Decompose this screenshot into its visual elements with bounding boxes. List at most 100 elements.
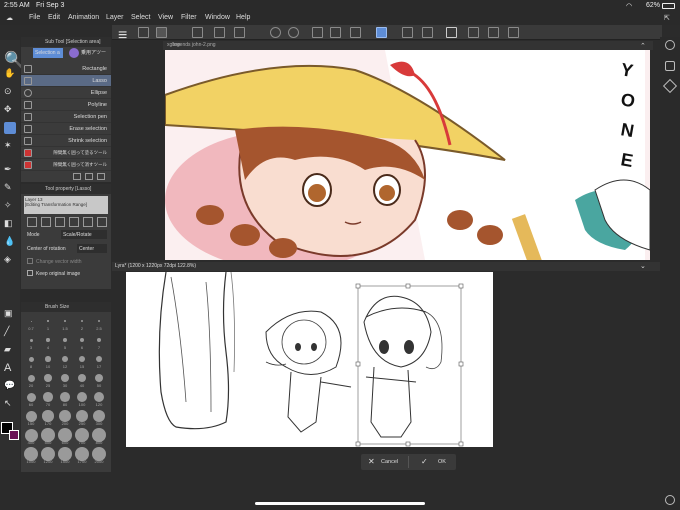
cancel-button[interactable]: ✕ Cancel — [361, 454, 408, 470]
subtool-erase-selection[interactable]: Erase selection — [21, 123, 111, 135]
brush-size-cell[interactable]: 1700 — [74, 447, 90, 465]
redo-icon[interactable] — [288, 27, 299, 38]
center-rotation-select[interactable]: Center — [77, 244, 107, 253]
brush-size-cell[interactable]: 6 — [74, 333, 90, 351]
sub-color-swatch[interactable] — [9, 430, 19, 440]
invert-selection-icon[interactable] — [422, 27, 433, 38]
fill-tool-icon[interactable]: ◈ — [4, 254, 16, 266]
folder-icon[interactable] — [214, 27, 225, 38]
text-tool-icon[interactable]: A — [4, 362, 16, 374]
brush-size-cell[interactable]: 8 — [23, 352, 39, 370]
export-icon[interactable] — [234, 27, 245, 38]
ruler-icon[interactable] — [468, 27, 479, 38]
brush-size-cell[interactable]: 170 — [40, 409, 56, 427]
transform-option-6-icon[interactable] — [97, 217, 107, 227]
menu-file[interactable]: File — [29, 14, 40, 21]
brush-size-cell[interactable]: 5 — [57, 333, 73, 351]
pen-icon[interactable]: ✒ — [4, 164, 16, 176]
magic-wand-icon[interactable]: ✶ — [4, 140, 16, 152]
snap-icon[interactable] — [488, 27, 499, 38]
subtool-fill-enclosed[interactable]: 隙間無く囲って塗るツール — [21, 147, 111, 159]
brush-size-cell[interactable]: 2.5 — [91, 314, 107, 332]
correct-line-icon[interactable]: ↖ — [4, 398, 16, 410]
eraser-icon[interactable]: ◧ — [4, 218, 16, 230]
subtool-polyline[interactable]: Polyline — [21, 99, 111, 111]
brush-size-cell[interactable]: 15 — [74, 352, 90, 370]
transform-option-3-icon[interactable] — [55, 217, 65, 227]
subtool-erase-enclosed[interactable]: 隙間無く囲って消すツール — [21, 159, 111, 171]
brush-size-cell[interactable]: 7 — [91, 333, 107, 351]
eyedropper-icon[interactable]: ⊙ — [4, 86, 16, 98]
brush-size-cell[interactable]: 600 — [57, 428, 73, 446]
brush-size-cell[interactable]: 3 — [23, 333, 39, 351]
fill-icon[interactable] — [330, 27, 341, 38]
subtool-shrink-selection[interactable]: Shrink selection — [21, 135, 111, 147]
ok-button[interactable]: ✓ OK — [409, 454, 456, 470]
brush-size-cell[interactable]: 20 — [23, 371, 39, 389]
pencil-icon[interactable]: ✎ — [4, 182, 16, 194]
transform-option-1-icon[interactable] — [27, 217, 37, 227]
menu-view[interactable]: View — [158, 14, 173, 21]
brush-size-cell[interactable]: 70 — [40, 390, 56, 408]
zoom-icon[interactable]: 🔍 — [4, 50, 24, 69]
menu-select[interactable]: Select — [131, 14, 150, 21]
menu-window[interactable]: Window — [205, 14, 230, 21]
brush-size-cell[interactable]: 250 — [74, 409, 90, 427]
hand-icon[interactable]: ✋ — [4, 68, 16, 80]
show-selection-icon[interactable] — [446, 27, 457, 38]
app-logo-icon[interactable]: ☁ — [6, 14, 13, 22]
brush-size-cell[interactable]: 700 — [74, 428, 90, 446]
collapse-bottom-icon[interactable]: ⌄ — [640, 262, 646, 270]
menu-layer[interactable]: Layer — [106, 14, 124, 21]
subtool-lasso[interactable]: Lasso — [21, 75, 111, 87]
hamburger-icon[interactable]: ≡ — [118, 27, 129, 44]
lasso-tool-icon[interactable] — [4, 122, 16, 134]
menu-help[interactable]: Help — [236, 14, 250, 21]
close-document-icon[interactable] — [665, 40, 675, 50]
navigator-icon[interactable] — [665, 61, 675, 71]
balloon-icon[interactable]: 💬 — [4, 380, 16, 392]
brush-size-cell[interactable]: 1 — [40, 314, 56, 332]
reference-canvas[interactable]: Y O N E — [165, 50, 650, 260]
brush-size-cell[interactable]: 500 — [40, 428, 56, 446]
drawing-canvas[interactable] — [126, 272, 493, 447]
layers-icon[interactable] — [662, 78, 678, 94]
brush-size-cell[interactable]: 80 — [57, 390, 73, 408]
save-icon[interactable] — [192, 27, 203, 38]
transform-option-4-icon[interactable] — [69, 217, 79, 227]
brush-size-cell[interactable]: 10 — [40, 352, 56, 370]
brush-size-cell[interactable]: 1500 — [57, 447, 73, 465]
clear-outside-icon[interactable] — [350, 27, 361, 38]
blend-icon[interactable]: 💧 — [4, 236, 16, 248]
document-tab-legends[interactable]: legends john-2.png — [173, 42, 216, 48]
subtool-ellipse[interactable]: Ellipse — [21, 87, 111, 99]
undo-icon[interactable] — [270, 27, 281, 38]
move-icon[interactable]: ✥ — [4, 104, 16, 116]
brush-size-cell[interactable]: 0.7 — [23, 314, 39, 332]
open-file-icon[interactable] — [156, 27, 167, 38]
brush-icon[interactable]: ✧ — [4, 200, 16, 212]
brush-size-cell[interactable]: 1.5 — [57, 314, 73, 332]
subtool-rectangle[interactable]: Rectangle — [21, 63, 111, 75]
transform-option-5-icon[interactable] — [83, 217, 93, 227]
brush-size-cell[interactable]: 120 — [91, 390, 107, 408]
gradient-icon[interactable]: ▣ — [4, 308, 16, 320]
collapse-top-icon[interactable]: ⌃ — [640, 42, 646, 50]
active-document-tab[interactable]: Lyra* (1200 x 1220px 72dpi 122.8%) ⌄ — [112, 262, 660, 271]
brush-size-cell[interactable]: 2000 — [91, 447, 107, 465]
sub-tool-tab-other[interactable]: 乗用アツー — [81, 49, 106, 56]
brush-size-cell[interactable]: 30 — [57, 371, 73, 389]
fullscreen-icon[interactable]: ⇱ — [664, 14, 670, 22]
transform-icon[interactable] — [376, 27, 387, 38]
brush-size-cell[interactable]: 1000 — [23, 447, 39, 465]
deselect-icon[interactable] — [402, 27, 413, 38]
brush-size-cell[interactable]: 200 — [57, 409, 73, 427]
brush-size-cell[interactable]: 400 — [23, 428, 39, 446]
clear-icon[interactable] — [312, 27, 323, 38]
menu-filter[interactable]: Filter — [181, 14, 197, 21]
brush-size-cell[interactable]: 1200 — [40, 447, 56, 465]
menu-edit[interactable]: Edit — [48, 14, 60, 21]
transform-option-2-icon[interactable] — [41, 217, 51, 227]
brush-size-cell[interactable]: 150 — [23, 409, 39, 427]
brush-size-cell[interactable]: 300 — [91, 409, 107, 427]
